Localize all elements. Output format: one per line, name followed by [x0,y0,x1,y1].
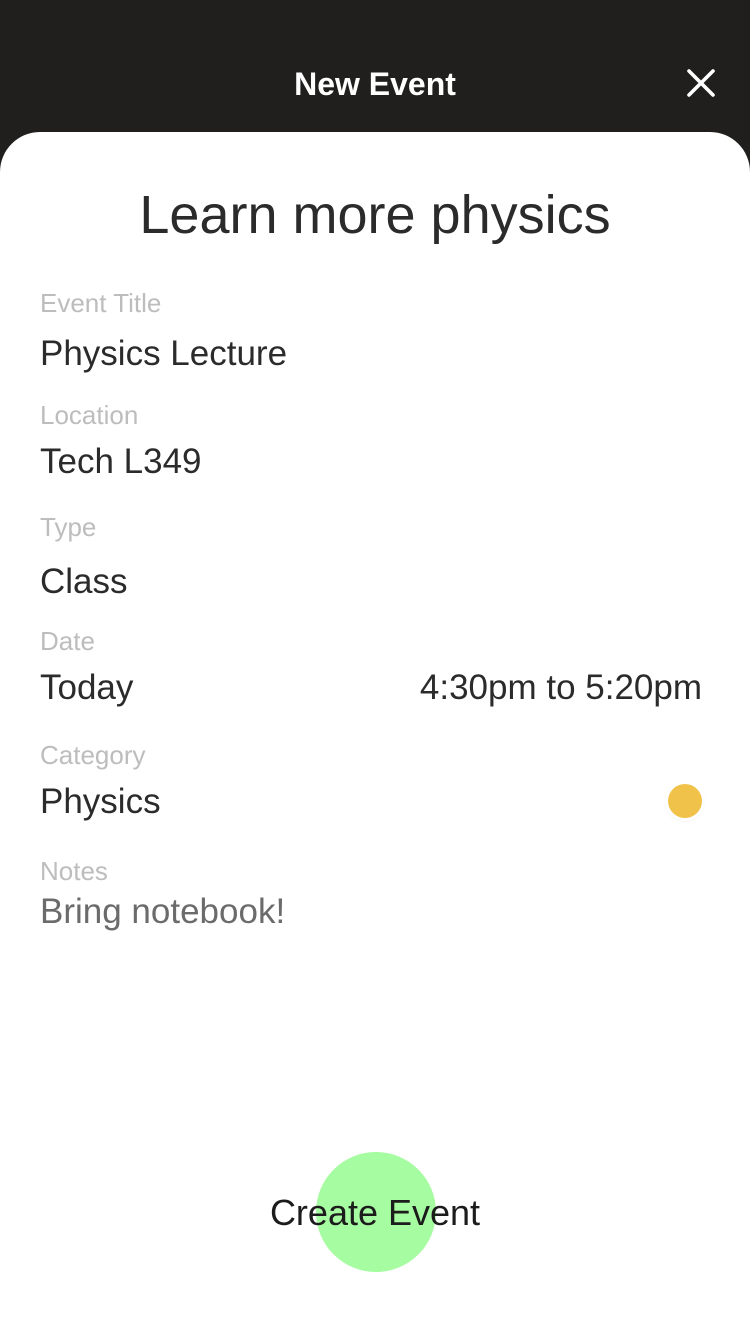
event-heading: Learn more physics [139,185,611,245]
event-title-label: Event Title [40,288,162,318]
date-field[interactable]: Today [40,666,133,710]
header-title: New Event [294,66,456,102]
close-button[interactable] [678,58,724,108]
create-event-button[interactable]: Create Event [240,1150,510,1274]
header-bar: New Event [0,0,750,140]
date-label: Date [40,626,95,656]
create-event-label: Create Event [269,1192,481,1233]
location-label: Location [40,400,139,430]
notes-field[interactable]: Bring notebook! [40,890,285,934]
type-field[interactable]: Class [40,560,128,604]
category-field[interactable]: Physics [40,780,161,824]
category-label: Category [40,740,146,770]
close-icon [687,69,715,97]
type-label: Type [40,512,97,542]
event-title-field[interactable]: Physics Lecture [40,332,287,376]
notes-label: Notes [40,856,108,886]
category-color-swatch[interactable] [668,784,702,818]
location-field[interactable]: Tech L349 [40,440,202,484]
time-range-field[interactable]: 4:30pm to 5:20pm [420,666,702,710]
